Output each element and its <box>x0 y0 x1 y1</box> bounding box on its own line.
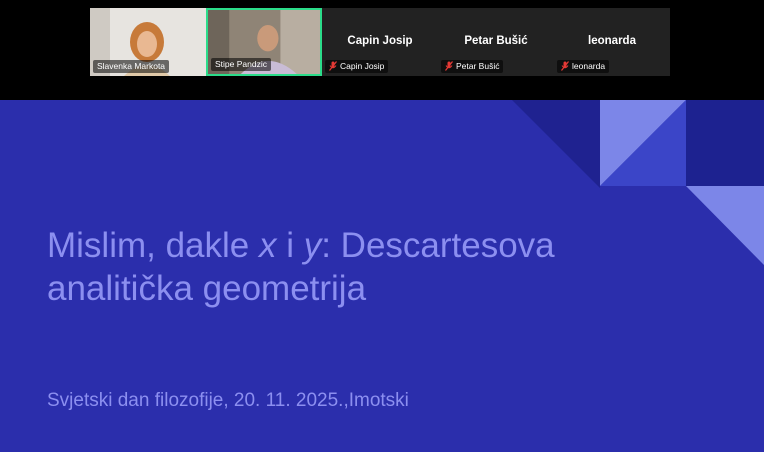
participant-name-text: leonarda <box>572 61 606 71</box>
slide-title-text: Mislim, dakle <box>47 226 259 265</box>
slide-title-text: i <box>276 226 304 265</box>
participant-display-name: Capin Josip <box>347 35 413 47</box>
participant-display-name: Petar Bušić <box>464 35 528 47</box>
slide-title-variable-y: y <box>303 226 322 265</box>
muted-mic-icon <box>445 61 453 71</box>
muted-mic-icon <box>329 61 337 71</box>
participant-tile-3[interactable]: Capin Josip Capin Josip <box>322 8 438 76</box>
participant-tile-1[interactable]: Slavenka Markota <box>90 8 206 76</box>
participant-tile-4[interactable]: Petar Bušić Petar Bušić <box>438 8 554 76</box>
slide-title: Mislim, dakle x i y: Descartesova analit… <box>47 224 707 310</box>
video-call-top-bar: Slavenka Markota Stipe Pandzic Capin Jos… <box>0 0 764 100</box>
participant-name-label: leonarda <box>557 60 610 73</box>
participant-display-name: leonarda <box>588 35 636 47</box>
participant-tile-2[interactable]: Stipe Pandzic <box>206 8 322 76</box>
participant-tile-5[interactable]: leonarda leonarda <box>554 8 670 76</box>
participant-name-label: Capin Josip <box>325 60 389 73</box>
shared-presentation-slide: Mislim, dakle x i y: Descartesova analit… <box>0 100 764 452</box>
participant-name-label: Petar Bušić <box>441 60 504 73</box>
slide-title-text: : Descartesova <box>321 226 555 265</box>
participant-name-text: Capin Josip <box>340 61 385 71</box>
participant-name-text: Petar Bušić <box>456 61 500 71</box>
slide-title-line-2: analitička geometrija <box>47 269 367 308</box>
participant-strip: Slavenka Markota Stipe Pandzic Capin Jos… <box>90 8 670 76</box>
muted-mic-icon <box>561 61 569 71</box>
participant-name-label: Slavenka Markota <box>93 60 170 73</box>
participant-name-label: Stipe Pandzic <box>211 58 271 71</box>
slide-title-variable-x: x <box>258 226 277 265</box>
slide-subtitle: Svjetski dan filozofije, 20. 11. 2025.,I… <box>47 390 409 411</box>
